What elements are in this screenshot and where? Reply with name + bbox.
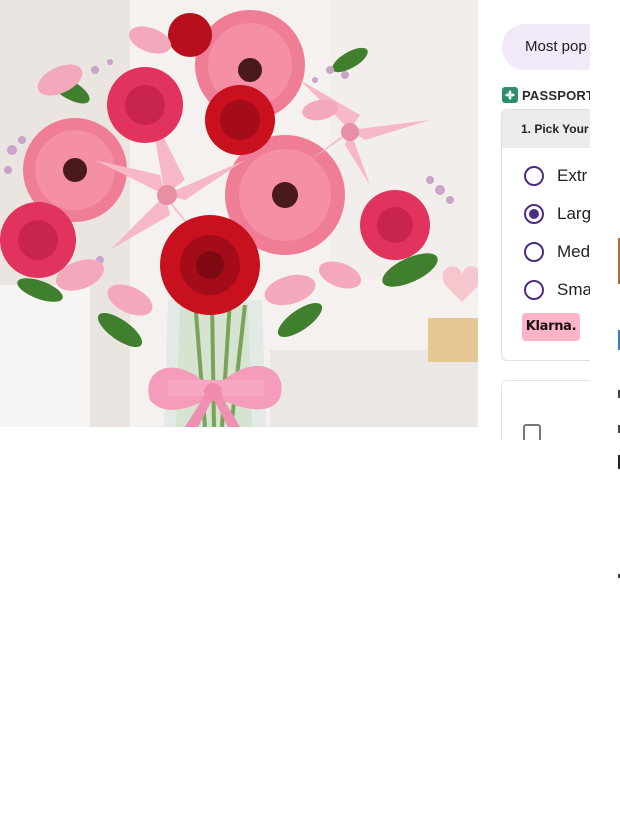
size-option-label: Sma bbox=[557, 280, 590, 299]
flower-bouquet-illustration bbox=[0, 0, 478, 427]
add-on-card bbox=[501, 380, 590, 440]
radio-unchecked-icon[interactable] bbox=[524, 166, 544, 186]
size-option-label: Extr bbox=[557, 166, 588, 185]
klarna-badge[interactable]: Klarna. bbox=[522, 313, 580, 341]
add-on-checkbox[interactable] bbox=[523, 424, 541, 440]
size-picker-header: 1. Pick Your I bbox=[502, 110, 590, 148]
size-option-large[interactable]: Larg bbox=[524, 200, 590, 228]
offscreen-content-edge bbox=[590, 0, 620, 840]
size-picker-card: 1. Pick Your I Extr Larg Med Sma Klarna. bbox=[501, 109, 590, 361]
size-option-medium[interactable]: Med bbox=[524, 238, 590, 266]
passport-icon bbox=[502, 87, 518, 103]
passport-label: PASSPORT bbox=[522, 87, 590, 103]
passport-row[interactable]: PASSPORT bbox=[502, 86, 590, 104]
radio-unchecked-icon[interactable] bbox=[524, 280, 544, 300]
most-popular-badge: Most pop bbox=[502, 24, 590, 70]
size-option-extra-large[interactable]: Extr bbox=[524, 162, 587, 190]
product-image[interactable] bbox=[0, 0, 478, 427]
radio-checked-icon[interactable] bbox=[524, 204, 544, 224]
size-option-label: Larg bbox=[557, 204, 590, 223]
product-options-panel: Most pop PASSPORT 1. Pick Your I Extr La… bbox=[478, 0, 590, 440]
size-option-small[interactable]: Sma bbox=[524, 276, 590, 304]
size-option-label: Med bbox=[557, 242, 590, 261]
radio-unchecked-icon[interactable] bbox=[524, 242, 544, 262]
